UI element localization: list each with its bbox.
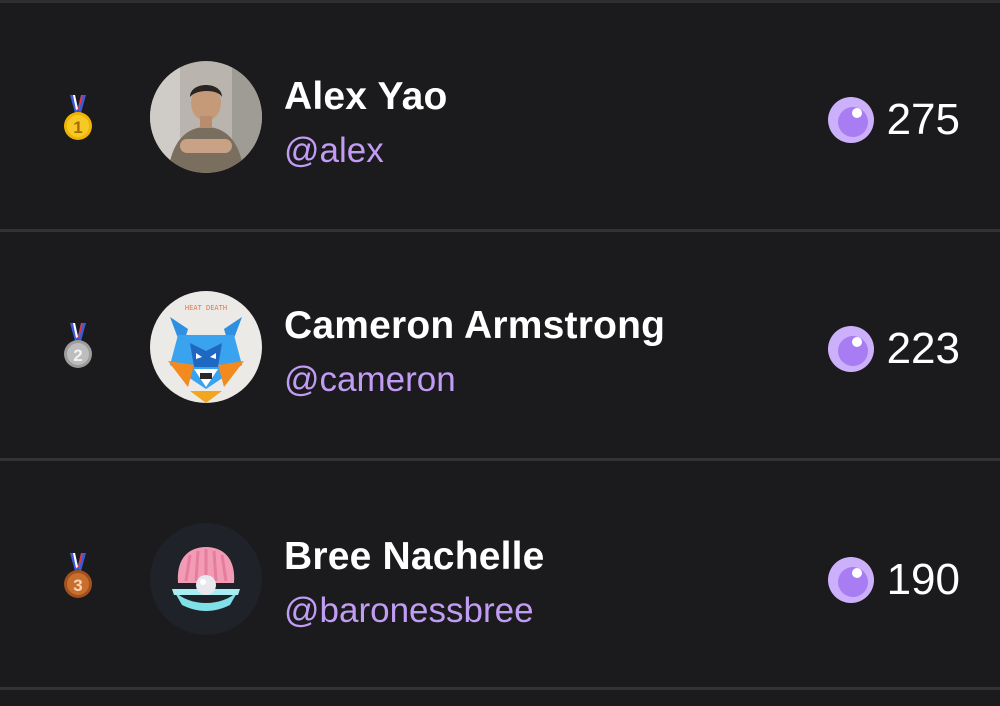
bronze-medal-icon: 3 xyxy=(64,553,92,598)
avatar[interactable]: HEAT DEATH xyxy=(150,291,262,403)
leaderboard-list: 1 Alex Yao @alex 275 2 HEAT DEATH Camero… xyxy=(0,0,1000,706)
coin-icon xyxy=(827,326,874,372)
medal-rank: 3 xyxy=(73,576,82,595)
leaderboard-row[interactable]: 2 HEAT DEATH Cameron Armstrong @cameron xyxy=(0,232,1000,461)
photo-avatar xyxy=(150,61,262,173)
user-handle: @baronessbree xyxy=(284,591,534,630)
score: 190 xyxy=(827,555,960,605)
score-value: 190 xyxy=(886,555,960,604)
avatar[interactable] xyxy=(150,523,262,635)
user-handle: @alex xyxy=(284,131,384,170)
user-name: Alex Yao xyxy=(284,75,448,118)
user-handle: @cameron xyxy=(284,360,456,399)
fox-avatar: HEAT DEATH xyxy=(150,291,262,403)
avatar[interactable] xyxy=(150,61,262,173)
user-name: Bree Nachelle xyxy=(284,535,545,578)
leaderboard-row[interactable]: 3 Bree Nachelle @baronessbree 190 xyxy=(0,461,1000,690)
score-value: 223 xyxy=(886,324,960,373)
medal-rank: 2 xyxy=(73,346,82,365)
leaderboard-row[interactable]: 1 Alex Yao @alex 275 xyxy=(0,3,1000,232)
gold-medal-icon: 1 xyxy=(64,95,92,140)
user-name: Cameron Armstrong xyxy=(284,304,666,347)
coin-icon xyxy=(827,97,874,143)
coin-icon xyxy=(827,557,874,603)
avatar-caption: HEAT DEATH xyxy=(185,304,227,312)
silver-medal-icon: 2 xyxy=(64,323,92,368)
medal-rank: 1 xyxy=(73,118,82,137)
score: 223 xyxy=(827,324,960,374)
score: 275 xyxy=(827,95,960,145)
clam-pearl-avatar xyxy=(150,523,262,635)
score-value: 275 xyxy=(886,95,960,144)
